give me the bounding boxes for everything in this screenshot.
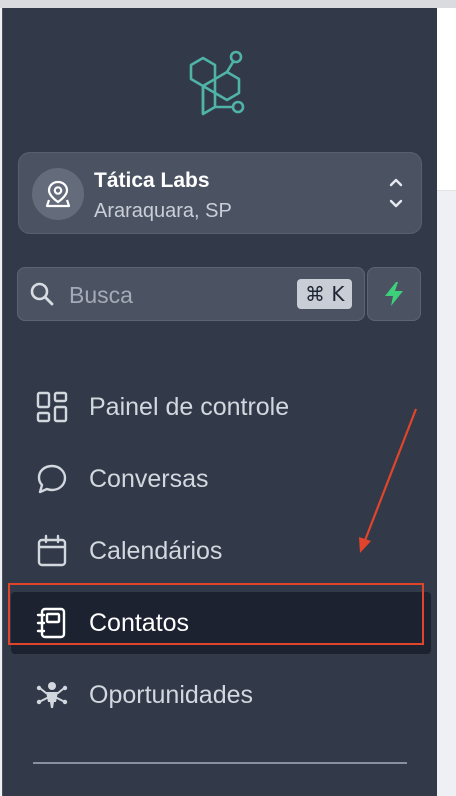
chevron-up-down-icon <box>389 178 403 208</box>
page: Tática Labs Araraquara, SP ⌘ K <box>0 0 456 796</box>
contacts-book-icon <box>36 607 66 639</box>
nav-label: Calendários <box>89 536 223 565</box>
search-box[interactable]: ⌘ K <box>17 267 365 321</box>
sidebar: Tática Labs Araraquara, SP ⌘ K <box>2 8 437 796</box>
map-pin-icon <box>45 180 71 208</box>
location-name: Tática Labs <box>94 169 210 192</box>
nav-item-oportunidades[interactable]: Oportunidades <box>11 664 431 726</box>
search-icon <box>30 282 54 306</box>
sidebar-divider <box>33 762 407 764</box>
hexagon-network-logo-icon[interactable] <box>181 44 261 124</box>
lightning-bolt-icon <box>385 282 403 306</box>
nav-label: Contatos <box>89 608 190 637</box>
location-avatar <box>32 168 84 220</box>
calendar-icon <box>37 534 67 567</box>
search-shortcut-badge: ⌘ K <box>297 279 353 309</box>
nav-label: Conversas <box>89 464 209 493</box>
top-bar <box>0 0 456 8</box>
search-input[interactable] <box>67 275 281 315</box>
nav-item-contatos[interactable]: Contatos <box>11 592 431 654</box>
annotation-arrow-icon <box>359 408 418 553</box>
dashboard-grid-icon <box>36 391 68 423</box>
nav-label: Painel de controle <box>89 392 290 421</box>
quick-action-button[interactable] <box>367 267 421 321</box>
chat-bubble-icon <box>37 464 67 494</box>
location-city: Araraquara, SP <box>94 200 232 222</box>
location-switcher[interactable]: Tática Labs Araraquara, SP <box>18 152 422 234</box>
opportunities-network-icon <box>36 682 68 708</box>
nav-label: Oportunidades <box>89 680 254 709</box>
